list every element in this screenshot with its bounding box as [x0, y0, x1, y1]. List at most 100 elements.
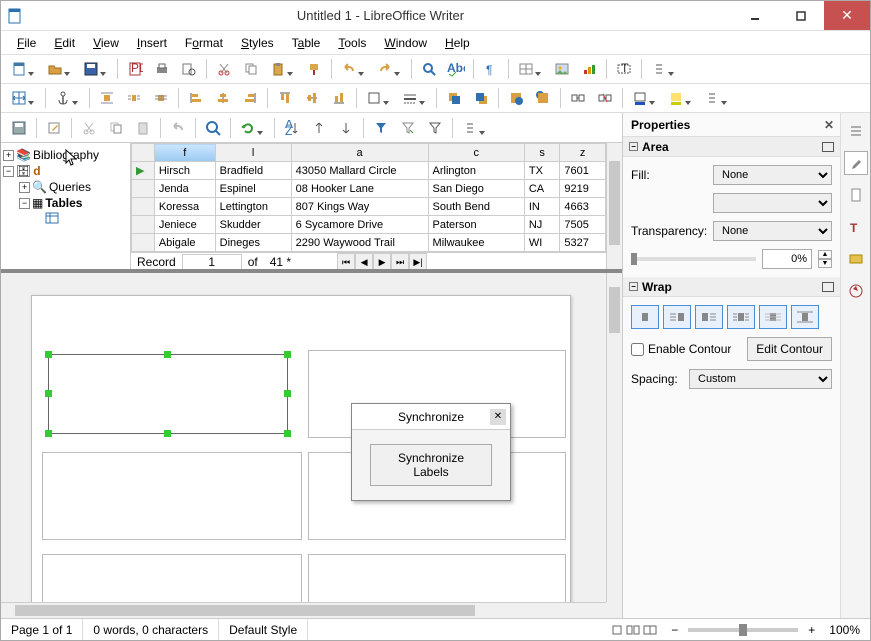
view-book-icon[interactable]	[643, 624, 657, 636]
navigator-tab-icon[interactable]	[844, 279, 868, 303]
paste2-button[interactable]	[131, 116, 155, 140]
properties-tab-icon[interactable]	[844, 151, 868, 175]
bring-front-button[interactable]	[442, 86, 466, 110]
sort-desc-button[interactable]	[334, 116, 358, 140]
collapse-icon[interactable]: −	[3, 166, 14, 177]
synchronize-labels-button[interactable]: Synchronize Labels	[370, 444, 492, 486]
vertical-scrollbar[interactable]	[606, 273, 622, 602]
print-preview-button[interactable]	[177, 57, 201, 81]
clone-formatting-button[interactable]	[302, 57, 326, 81]
export-pdf-button[interactable]: PDF	[123, 57, 147, 81]
standard-filter-button[interactable]	[423, 116, 447, 140]
menu-format[interactable]: Format	[177, 34, 231, 52]
cut-button[interactable]	[212, 57, 236, 81]
more3-button[interactable]	[458, 116, 482, 140]
refresh-button[interactable]	[236, 116, 260, 140]
col-f[interactable]: f	[154, 144, 215, 162]
undo2-button[interactable]	[166, 116, 190, 140]
col-c[interactable]: c	[428, 144, 524, 162]
col-a[interactable]: a	[291, 144, 428, 162]
autofilter-button[interactable]	[369, 116, 393, 140]
wrap-none-button[interactable]	[631, 305, 659, 329]
col-s[interactable]: s	[524, 144, 559, 162]
area-color-button[interactable]	[664, 86, 688, 110]
wrap-after-button[interactable]	[695, 305, 723, 329]
more-button[interactable]	[647, 57, 671, 81]
first-record-button[interactable]: ⏮	[337, 253, 355, 269]
gallery-tab-icon[interactable]	[844, 247, 868, 271]
grid-scrollbar-thumb[interactable]	[609, 161, 620, 245]
fill-color-select[interactable]	[713, 193, 832, 213]
border-style-button[interactable]	[398, 86, 422, 110]
spellcheck-button[interactable]: Abc	[444, 57, 468, 81]
sort-asc-button[interactable]	[307, 116, 331, 140]
data-grid[interactable]: f l a c s z ▶HirschBradfield43050 Mallar…	[131, 143, 606, 269]
menu-styles[interactable]: Styles	[233, 34, 282, 52]
anchor-button[interactable]	[51, 86, 75, 110]
spin-down[interactable]: ▼	[818, 259, 832, 268]
tree-queries[interactable]: Queries	[49, 180, 91, 194]
formatting-marks-button[interactable]: ¶	[479, 57, 503, 81]
sync-close-button[interactable]: ✕	[490, 409, 506, 425]
align-left-button[interactable]	[184, 86, 208, 110]
table-insert-button[interactable]	[514, 57, 538, 81]
status-page[interactable]: Page 1 of 1	[1, 619, 83, 640]
menu-help[interactable]: Help	[437, 34, 478, 52]
transparency-pct-input[interactable]	[762, 249, 812, 269]
menu-window[interactable]: Window	[376, 34, 435, 52]
zoom-value[interactable]: 100%	[819, 619, 870, 640]
transparency-select[interactable]: None	[713, 221, 832, 241]
wrap-optimal-button[interactable]	[791, 305, 819, 329]
wrap-through-button2[interactable]	[759, 305, 787, 329]
align-right-button[interactable]	[238, 86, 262, 110]
page-tab-icon[interactable]	[844, 183, 868, 207]
close-button[interactable]: ✕	[824, 1, 870, 30]
col-z[interactable]: z	[560, 144, 606, 162]
copy-button[interactable]	[239, 57, 263, 81]
menu-insert[interactable]: Insert	[129, 34, 175, 52]
textbox-insert-button[interactable]: T	[612, 57, 636, 81]
transparency-slider[interactable]	[631, 257, 756, 261]
sidebar-settings-icon[interactable]	[844, 119, 868, 143]
label-cell[interactable]	[42, 452, 302, 540]
print-button[interactable]	[150, 57, 174, 81]
position-size-button[interactable]	[7, 86, 31, 110]
open-button[interactable]	[43, 57, 67, 81]
prev-record-button[interactable]: ◀	[355, 253, 373, 269]
unlink-frames-button[interactable]	[593, 86, 617, 110]
tree-tables[interactable]: Tables	[45, 196, 82, 210]
borders-button[interactable]	[362, 86, 386, 110]
minimize-button[interactable]	[732, 1, 778, 30]
find-button[interactable]	[417, 57, 441, 81]
enable-contour-checkbox[interactable]	[631, 343, 644, 356]
wrap-before-button[interactable]	[663, 305, 691, 329]
find-record-button[interactable]	[201, 116, 225, 140]
menu-tools[interactable]: Tools	[330, 34, 374, 52]
align-center-v-button[interactable]	[300, 86, 324, 110]
redo-button[interactable]	[373, 57, 397, 81]
next-record-button[interactable]: ▶	[373, 253, 391, 269]
copy2-button[interactable]	[104, 116, 128, 140]
maximize-button[interactable]	[778, 1, 824, 30]
save-button[interactable]	[79, 57, 103, 81]
record-number-input[interactable]	[182, 254, 242, 269]
status-style[interactable]: Default Style	[219, 619, 308, 640]
wrap-page-button[interactable]	[122, 86, 146, 110]
view-multi-icon[interactable]	[626, 624, 640, 636]
apply-filter-button[interactable]	[396, 116, 420, 140]
new-button[interactable]	[7, 57, 31, 81]
wrap-off-button[interactable]	[95, 86, 119, 110]
align-center-h-button[interactable]	[211, 86, 235, 110]
menu-edit[interactable]: Edit	[46, 34, 83, 52]
align-bottom-button[interactable]	[327, 86, 351, 110]
document-area[interactable]: Synchronize ✕ Synchronize Labels	[1, 273, 622, 618]
undo-button[interactable]	[337, 57, 361, 81]
edit-record-button[interactable]	[42, 116, 66, 140]
expand-icon[interactable]: +	[19, 182, 30, 193]
background-button[interactable]	[531, 86, 555, 110]
edit-contour-button[interactable]: Edit Contour	[747, 337, 832, 361]
menu-view[interactable]: View	[85, 34, 127, 52]
border-color-button[interactable]	[628, 86, 652, 110]
tree-d[interactable]: d	[33, 164, 40, 178]
menu-file[interactable]: File	[9, 34, 44, 52]
